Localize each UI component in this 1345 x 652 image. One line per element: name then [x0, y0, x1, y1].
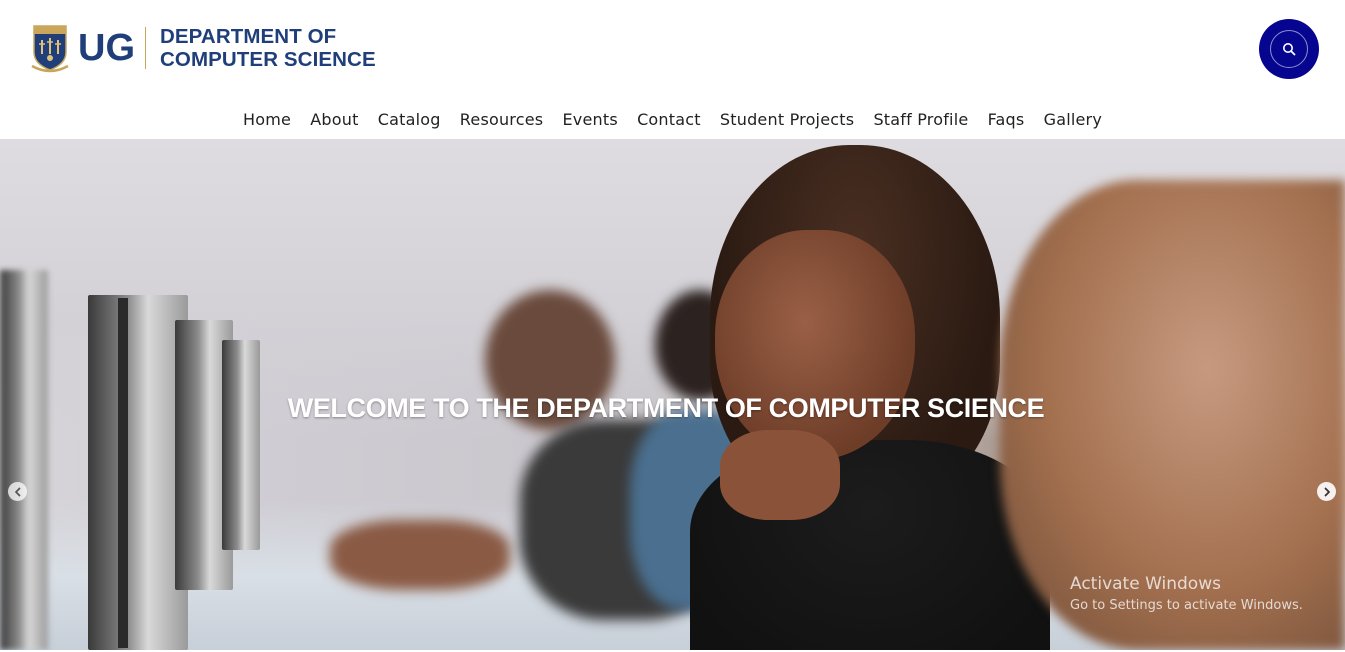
- nav-resources[interactable]: Resources: [450, 106, 553, 134]
- department-name-line2: COMPUTER SCIENCE: [160, 48, 376, 71]
- nav-staff-profile[interactable]: Staff Profile: [864, 106, 978, 134]
- hero-subject-hand: [720, 430, 840, 520]
- main-nav: Home About Catalog Resources Events Cont…: [0, 106, 1345, 134]
- chevron-right-icon: [1324, 487, 1330, 496]
- search-button-ring: [1270, 30, 1308, 68]
- hero-subject-face: [715, 230, 915, 460]
- slider-next-button[interactable]: [1317, 482, 1336, 501]
- search-button[interactable]: [1259, 19, 1319, 79]
- hero-title: WELCOME TO THE DEPARTMENT OF COMPUTER SC…: [287, 393, 1045, 423]
- windows-activation-watermark: Activate Windows Go to Settings to activ…: [1070, 573, 1303, 615]
- nav-about[interactable]: About: [301, 106, 369, 134]
- hero-monitor-4: [0, 270, 48, 650]
- watermark-line2: Go to Settings to activate Windows.: [1070, 598, 1303, 613]
- hero-monitor-3: [222, 340, 260, 550]
- hero-monitor-1: [88, 295, 188, 650]
- logo-divider: [145, 27, 146, 69]
- nav-contact[interactable]: Contact: [627, 106, 710, 134]
- slider-prev-button[interactable]: [8, 482, 27, 501]
- chevron-left-icon: [14, 487, 20, 496]
- site-logo[interactable]: UG DEPARTMENT OF COMPUTER SCIENCE: [30, 22, 376, 74]
- nav-home[interactable]: Home: [233, 106, 300, 134]
- watermark-line1: Activate Windows: [1070, 574, 1221, 594]
- nav-faqs[interactable]: Faqs: [978, 106, 1034, 134]
- logo-ug-text: UG: [78, 27, 135, 69]
- nav-gallery[interactable]: Gallery: [1034, 106, 1112, 134]
- nav-events[interactable]: Events: [553, 106, 628, 134]
- department-name-line1: DEPARTMENT OF: [160, 25, 337, 48]
- hero-monitor-1-edge: [118, 298, 128, 648]
- university-crest-icon: [30, 22, 70, 74]
- hero-hands-back: [330, 520, 510, 590]
- nav-student-projects[interactable]: Student Projects: [710, 106, 864, 134]
- hero-slider: WELCOME TO THE DEPARTMENT OF COMPUTER SC…: [0, 140, 1345, 650]
- nav-catalog[interactable]: Catalog: [368, 106, 450, 134]
- department-name: DEPARTMENT OF COMPUTER SCIENCE: [160, 25, 376, 71]
- search-icon: [1283, 43, 1296, 56]
- site-header: UG DEPARTMENT OF COMPUTER SCIENCE Home A…: [0, 0, 1345, 140]
